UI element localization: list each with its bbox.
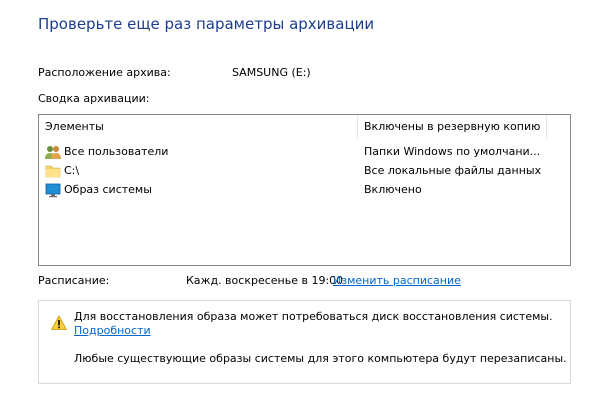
overwrite-note: Любые существующие образы системы для эт… [74, 352, 567, 365]
folder-icon [45, 165, 61, 178]
item-included: Папки Windows по умолчани... [364, 145, 541, 158]
item-name: Образ системы [64, 183, 152, 196]
list-item[interactable]: Все пользователи Папки Windows по умолча… [39, 143, 570, 162]
warning-message: Для восстановления образа может потребов… [74, 310, 553, 323]
archive-location-value: SAMSUNG (E:) [232, 66, 311, 79]
item-name: C:\ [64, 164, 80, 177]
schedule-value: Кажд. воскресенье в 19:00 [186, 274, 344, 287]
item-name: Все пользователи [64, 145, 169, 158]
item-included: Включено [364, 183, 422, 196]
change-schedule-link[interactable]: Изменить расписание [333, 274, 461, 287]
archive-location-label: Расположение архива: [38, 66, 171, 79]
warning-icon [51, 315, 67, 330]
list-item[interactable]: C:\ Все локальные файлы данных [39, 162, 570, 181]
details-link[interactable]: Подробности [74, 324, 151, 337]
warning-panel: Для восстановления образа может потребов… [38, 300, 571, 384]
column-header-included[interactable]: Включены в резервную копию [357, 115, 547, 139]
users-icon [45, 146, 61, 159]
schedule-label: Расписание: [38, 274, 110, 287]
backup-summary-list[interactable]: Элементы Включены в резервную копию Все … [38, 114, 571, 266]
backup-summary-label: Сводка архивации: [38, 92, 150, 105]
item-included: Все локальные файлы данных [364, 164, 542, 177]
monitor-icon [45, 183, 61, 198]
column-header-items[interactable]: Элементы [39, 115, 357, 139]
list-item[interactable]: Образ системы Включено [39, 181, 570, 200]
page-title: Проверьте еще раз параметры архивации [38, 15, 375, 33]
